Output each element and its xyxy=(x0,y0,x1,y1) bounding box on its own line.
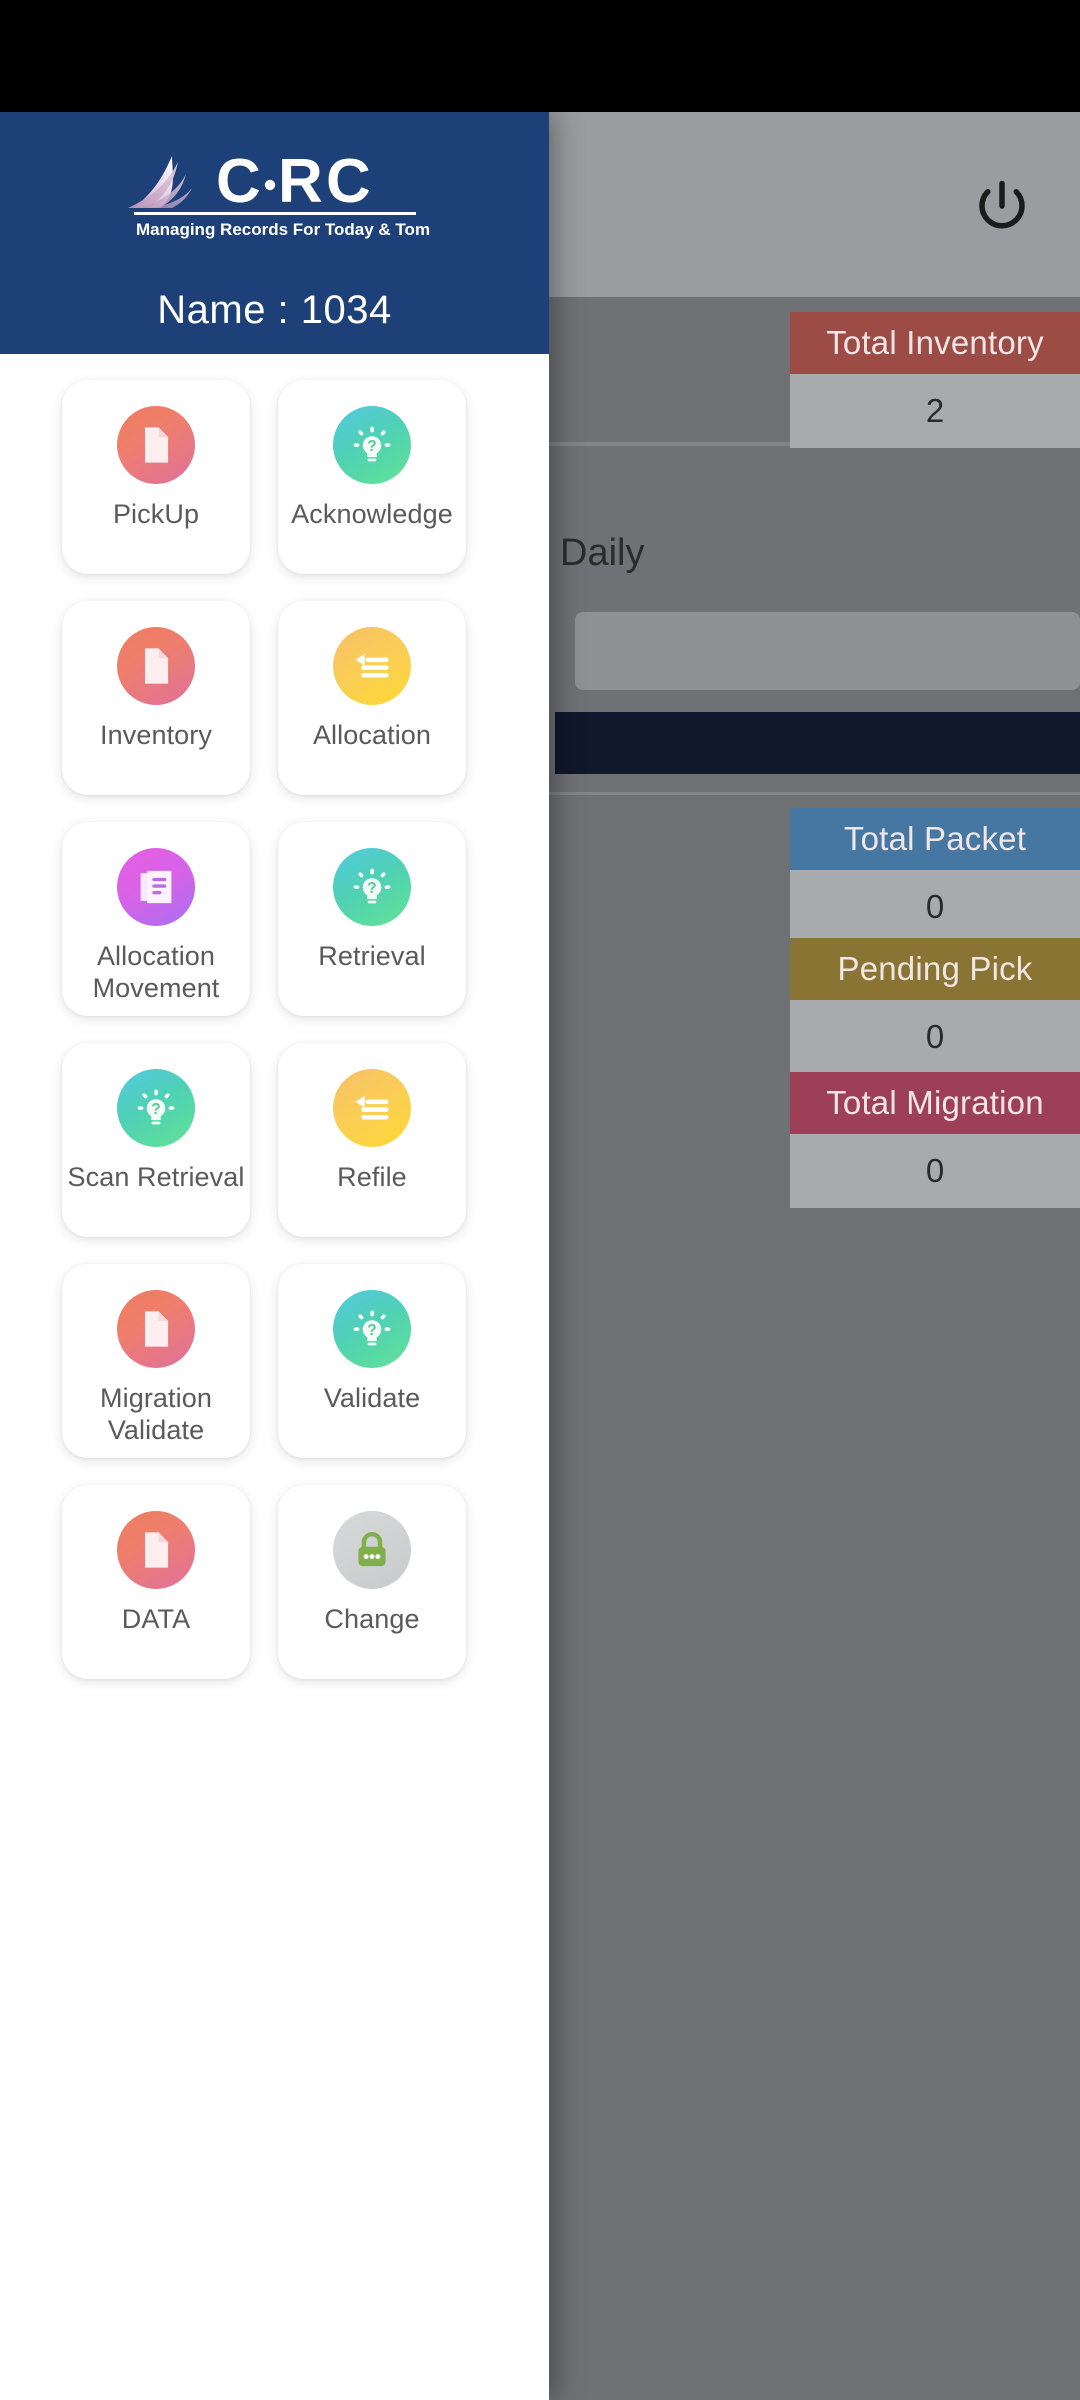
svg-text:R: R xyxy=(278,147,322,216)
menu-card-allocation[interactable]: Allocation xyxy=(278,601,466,795)
svg-text:C: C xyxy=(216,147,260,216)
menu-card-label: Allocation xyxy=(312,720,432,750)
list-arrow-icon xyxy=(333,1069,411,1147)
menu-card-label: Inventory xyxy=(100,720,212,750)
list-arrow-icon xyxy=(333,627,411,705)
menu-card-acknowledge[interactable]: Acknowledge xyxy=(278,380,466,574)
lightbulb-question-icon xyxy=(117,1069,195,1147)
document-icon xyxy=(117,1290,195,1368)
menu-card-pickup[interactable]: PickUp xyxy=(62,380,250,574)
menu-card-label: Change xyxy=(324,1604,420,1634)
dashboard-input-field[interactable] xyxy=(575,612,1080,690)
dashboard-divider-2 xyxy=(548,792,1080,795)
menu-grid: PickUp Acknowledge Inventory Allocation Allo… xyxy=(0,354,549,1679)
menu-card-label: PickUp xyxy=(112,499,200,529)
menu-card-refile[interactable]: Refile xyxy=(278,1043,466,1237)
dashboard-tile-total-packet[interactable]: Total Packet 0 xyxy=(790,808,1080,944)
menu-card-allocation-movement[interactable]: Allocation Movement xyxy=(62,822,250,1016)
menu-card-label: Refile xyxy=(337,1162,407,1192)
tile-value: 0 xyxy=(790,1134,1080,1208)
lightbulb-question-icon xyxy=(333,1290,411,1368)
tile-title: Pending Pick xyxy=(790,938,1080,1000)
lightbulb-question-icon xyxy=(333,406,411,484)
navigation-drawer[interactable]: C R C Managing Records For Today & Tomor… xyxy=(0,112,549,2400)
power-icon[interactable] xyxy=(960,164,1044,248)
menu-card-migration-validate[interactable]: Migration Validate xyxy=(62,1264,250,1458)
dashboard-tile-total-inventory[interactable]: Total Inventory 2 xyxy=(790,312,1080,448)
menu-card-label: Validate xyxy=(323,1383,421,1413)
drawer-header: C R C Managing Records For Today & Tomor… xyxy=(0,112,549,354)
app-screen: Total Inventory 2 Daily Total Packet 0 P… xyxy=(0,0,1080,2400)
dashboard-dark-band xyxy=(555,712,1080,774)
status-bar xyxy=(0,0,1080,112)
menu-card-change[interactable]: Change xyxy=(278,1485,466,1679)
dashboard-daily-label: Daily xyxy=(560,532,645,574)
tile-value: 2 xyxy=(790,374,1080,448)
document-icon xyxy=(117,627,195,705)
menu-card-label: Migration Validate xyxy=(100,1383,212,1445)
document-icon xyxy=(117,1511,195,1589)
document-icon xyxy=(117,406,195,484)
menu-card-label: Retrieval xyxy=(318,941,426,971)
menu-card-inventory[interactable]: Inventory xyxy=(62,601,250,795)
stacked-documents-icon xyxy=(117,848,195,926)
tile-title: Total Inventory xyxy=(790,312,1080,374)
crc-logo: C R C Managing Records For Today & Tomor… xyxy=(120,138,430,242)
menu-card-retrieval[interactable]: Retrieval xyxy=(278,822,466,1016)
dashboard-tile-total-migration[interactable]: Total Migration 0 xyxy=(790,1072,1080,1208)
tile-value: 0 xyxy=(790,1000,1080,1074)
lightbulb-question-icon xyxy=(333,848,411,926)
lock-icon xyxy=(333,1511,411,1589)
tile-title: Total Migration xyxy=(790,1072,1080,1134)
menu-card-label: Scan Retrieval xyxy=(67,1162,245,1192)
menu-card-label: DATA xyxy=(121,1604,191,1634)
tile-value: 0 xyxy=(790,870,1080,944)
user-name-label: Name : 1034 xyxy=(157,288,392,332)
menu-card-scan-retrieval[interactable]: Scan Retrieval xyxy=(62,1043,250,1237)
tile-title: Total Packet xyxy=(790,808,1080,870)
menu-card-validate[interactable]: Validate xyxy=(278,1264,466,1458)
svg-text:C: C xyxy=(326,147,370,216)
dashboard-tile-pending-pick[interactable]: Pending Pick 0 xyxy=(790,938,1080,1074)
menu-card-label: Allocation Movement xyxy=(92,941,220,1003)
crc-tagline: Managing Records For Today & Tomorrow xyxy=(136,220,430,239)
menu-card-data[interactable]: DATA xyxy=(62,1485,250,1679)
menu-card-label: Acknowledge xyxy=(291,499,453,529)
